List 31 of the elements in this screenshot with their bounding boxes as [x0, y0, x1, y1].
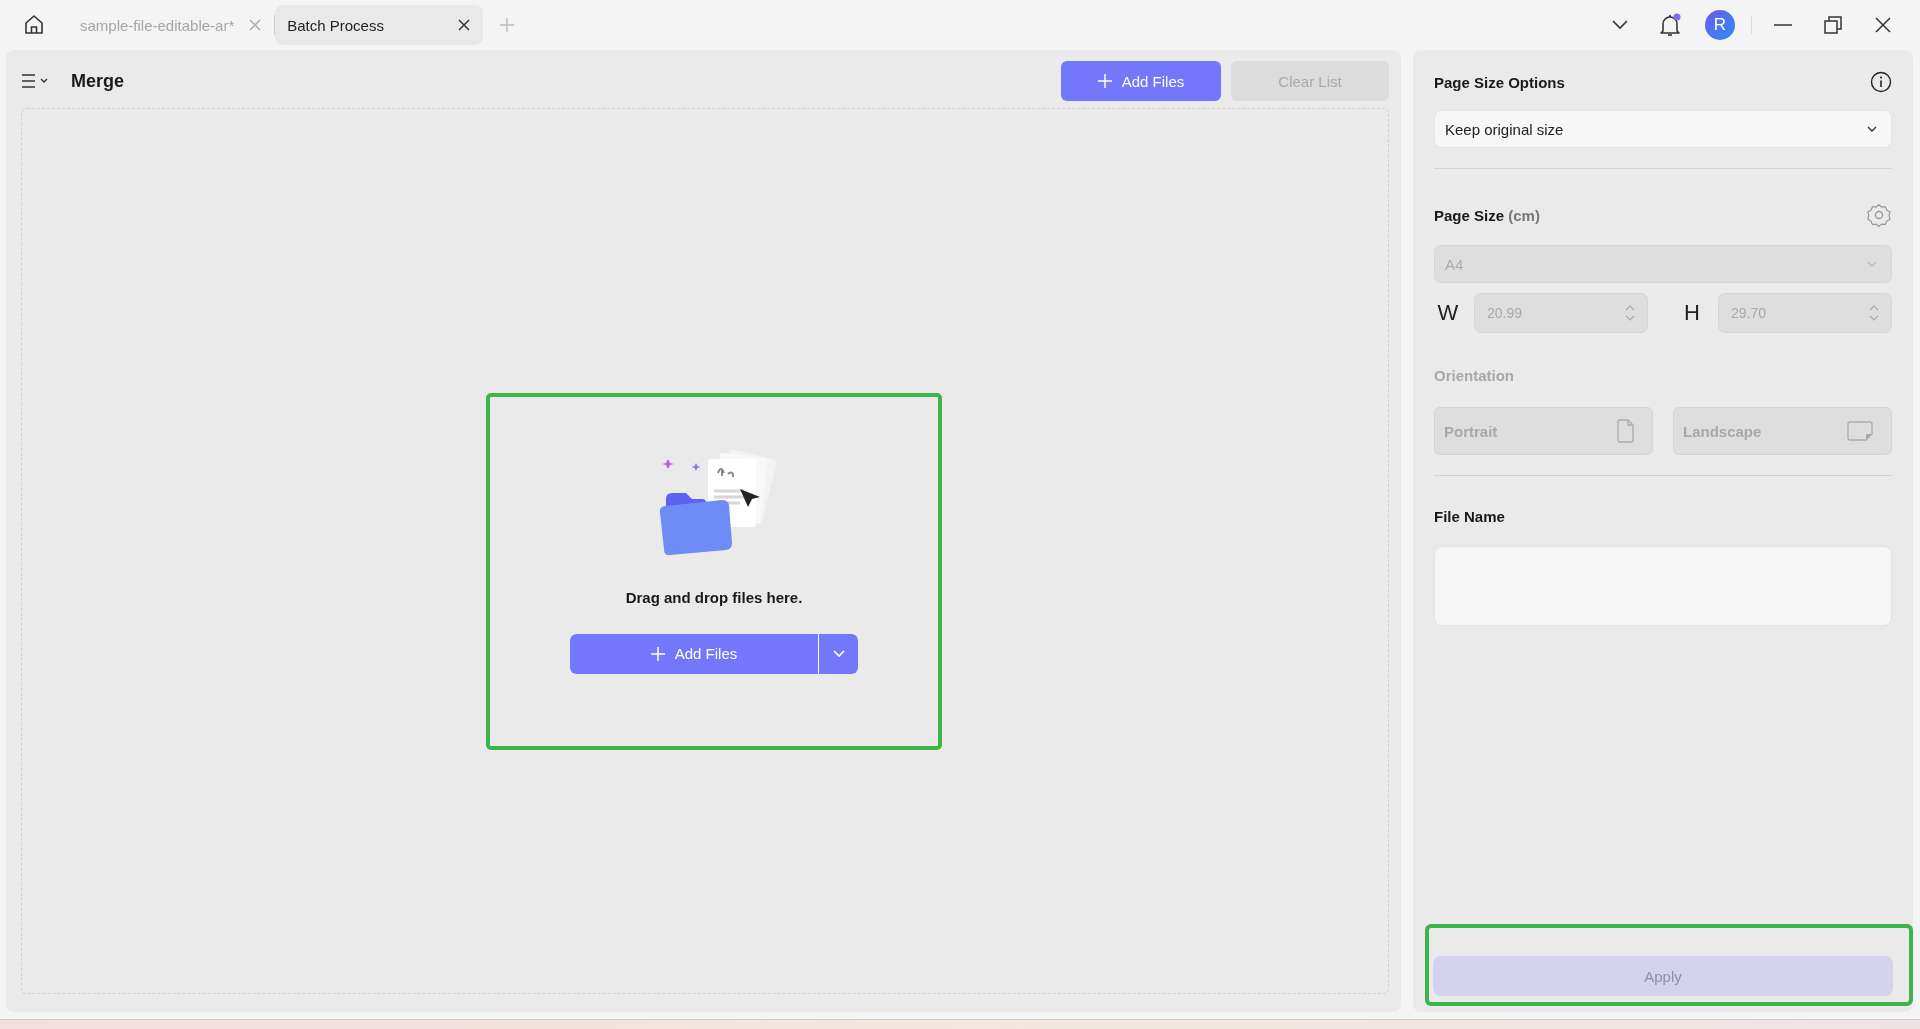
- add-files-button[interactable]: Add Files: [1061, 61, 1221, 101]
- tab[interactable]: Batch Process: [275, 5, 484, 45]
- dimension-label: H: [1683, 300, 1701, 326]
- section-label: Page Size Options: [1434, 73, 1565, 91]
- chevron-down-icon: [1867, 261, 1877, 267]
- chevron-down-icon: [832, 649, 845, 658]
- section-label: Page Size (cm): [1434, 206, 1540, 224]
- menu-icon[interactable]: [21, 73, 49, 89]
- bell-icon[interactable]: [1658, 12, 1682, 38]
- chevron-down-icon: [1867, 126, 1877, 132]
- avatar[interactable]: R: [1705, 10, 1735, 40]
- portrait-page-icon: [1616, 419, 1634, 443]
- spinner-icon: [1625, 304, 1635, 322]
- page-size-dropdown[interactable]: Keep original size: [1434, 110, 1892, 148]
- tab[interactable]: sample-file-editable-ar*: [68, 5, 275, 45]
- chevron-down-icon[interactable]: [1612, 20, 1628, 30]
- plus-icon: [650, 646, 665, 661]
- dimension-label: W: [1436, 300, 1460, 326]
- landscape-page-icon: [1847, 421, 1873, 441]
- drop-message: Drag and drop files here.: [625, 588, 803, 606]
- close-icon[interactable]: [457, 18, 472, 32]
- close-icon[interactable]: [1875, 17, 1891, 33]
- restore-icon[interactable]: [1824, 16, 1842, 34]
- section-label: File Name: [1434, 507, 1505, 525]
- plus-icon: [1097, 74, 1112, 88]
- info-icon[interactable]: [1870, 71, 1892, 93]
- panel-title: Merge: [71, 70, 124, 92]
- section-label: Orientation: [1434, 366, 1514, 384]
- spinner-icon: [1869, 304, 1879, 322]
- home-icon[interactable]: [22, 13, 46, 37]
- add-files-button[interactable]: Add Files: [570, 633, 818, 674]
